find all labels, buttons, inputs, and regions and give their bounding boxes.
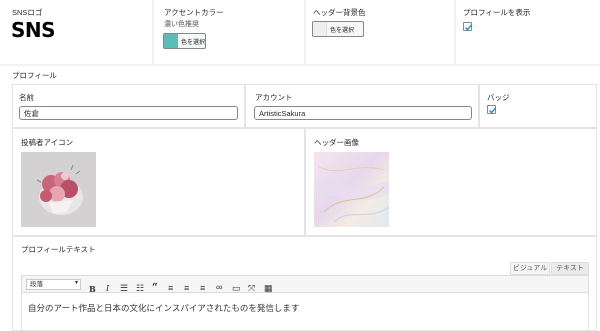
accent-color-button-label: 色を選択 xyxy=(181,39,206,46)
blockquote-icon[interactable]: “ xyxy=(152,282,158,293)
sns-logo-label: SNSロゴ xyxy=(12,8,43,17)
header-bg-label: ヘッダー背景色 xyxy=(313,8,366,17)
header-bg-cell: ヘッダー背景色 色を選択 xyxy=(306,0,454,64)
show-profile-checkbox[interactable] xyxy=(463,22,473,31)
italic-icon[interactable]: I xyxy=(106,284,109,293)
editor-content-text: 自分のアート作品と日本の文化にインスパイアされたものを発信します xyxy=(28,304,300,314)
poster-icon-image[interactable] xyxy=(21,152,96,227)
header-bg-color-button[interactable]: 色を選択 xyxy=(312,21,364,37)
account-label: アカウント xyxy=(255,93,293,102)
profile-section-label: プロフィール xyxy=(12,71,57,80)
header-bg-color-swatch xyxy=(313,22,327,36)
format-select[interactable]: 段落 ▾ xyxy=(26,279,81,290)
accent-color-swatch xyxy=(164,34,178,48)
sns-logo-cell: SNSロゴ SNS xyxy=(0,0,152,64)
format-select-value: 段落 xyxy=(30,281,43,288)
link-icon[interactable]: ∞ xyxy=(216,282,222,292)
accent-color-button[interactable]: 色を選択 xyxy=(163,33,206,49)
header-image[interactable] xyxy=(314,152,389,227)
poster-icon-label: 投稿者アイコン xyxy=(21,138,74,147)
header-bg-button-label: 色を選択 xyxy=(330,27,355,34)
header-image-label: ヘッダー画像 xyxy=(314,138,359,147)
accent-color-label: アクセントカラー xyxy=(164,8,224,17)
tab-text[interactable]: テキスト xyxy=(551,262,589,275)
align-right-icon[interactable]: ≡ xyxy=(200,283,205,293)
account-input[interactable]: ArtisticSakura xyxy=(254,106,472,120)
show-profile-cell: プロフィールを表示 xyxy=(456,0,600,64)
badge-checkbox[interactable] xyxy=(487,105,497,114)
chevron-down-icon: ▾ xyxy=(74,280,78,286)
badge-label: バッジ xyxy=(487,93,510,102)
profile-text-label: プロフィールテキスト xyxy=(21,245,96,254)
align-left-icon[interactable]: ≡ xyxy=(168,283,173,293)
show-profile-label: プロフィールを表示 xyxy=(463,8,531,17)
sns-logo: SNS xyxy=(11,18,56,42)
align-center-icon[interactable]: ≡ xyxy=(184,283,189,293)
accent-color-cell: アクセントカラー 濃い色推奨 色を選択 xyxy=(154,0,304,64)
tab-visual[interactable]: ビジュアル xyxy=(510,262,550,275)
name-input[interactable]: 佐倉 xyxy=(19,106,238,120)
name-label: 名前 xyxy=(19,93,34,102)
accent-color-hint: 濃い色推奨 xyxy=(164,21,199,28)
